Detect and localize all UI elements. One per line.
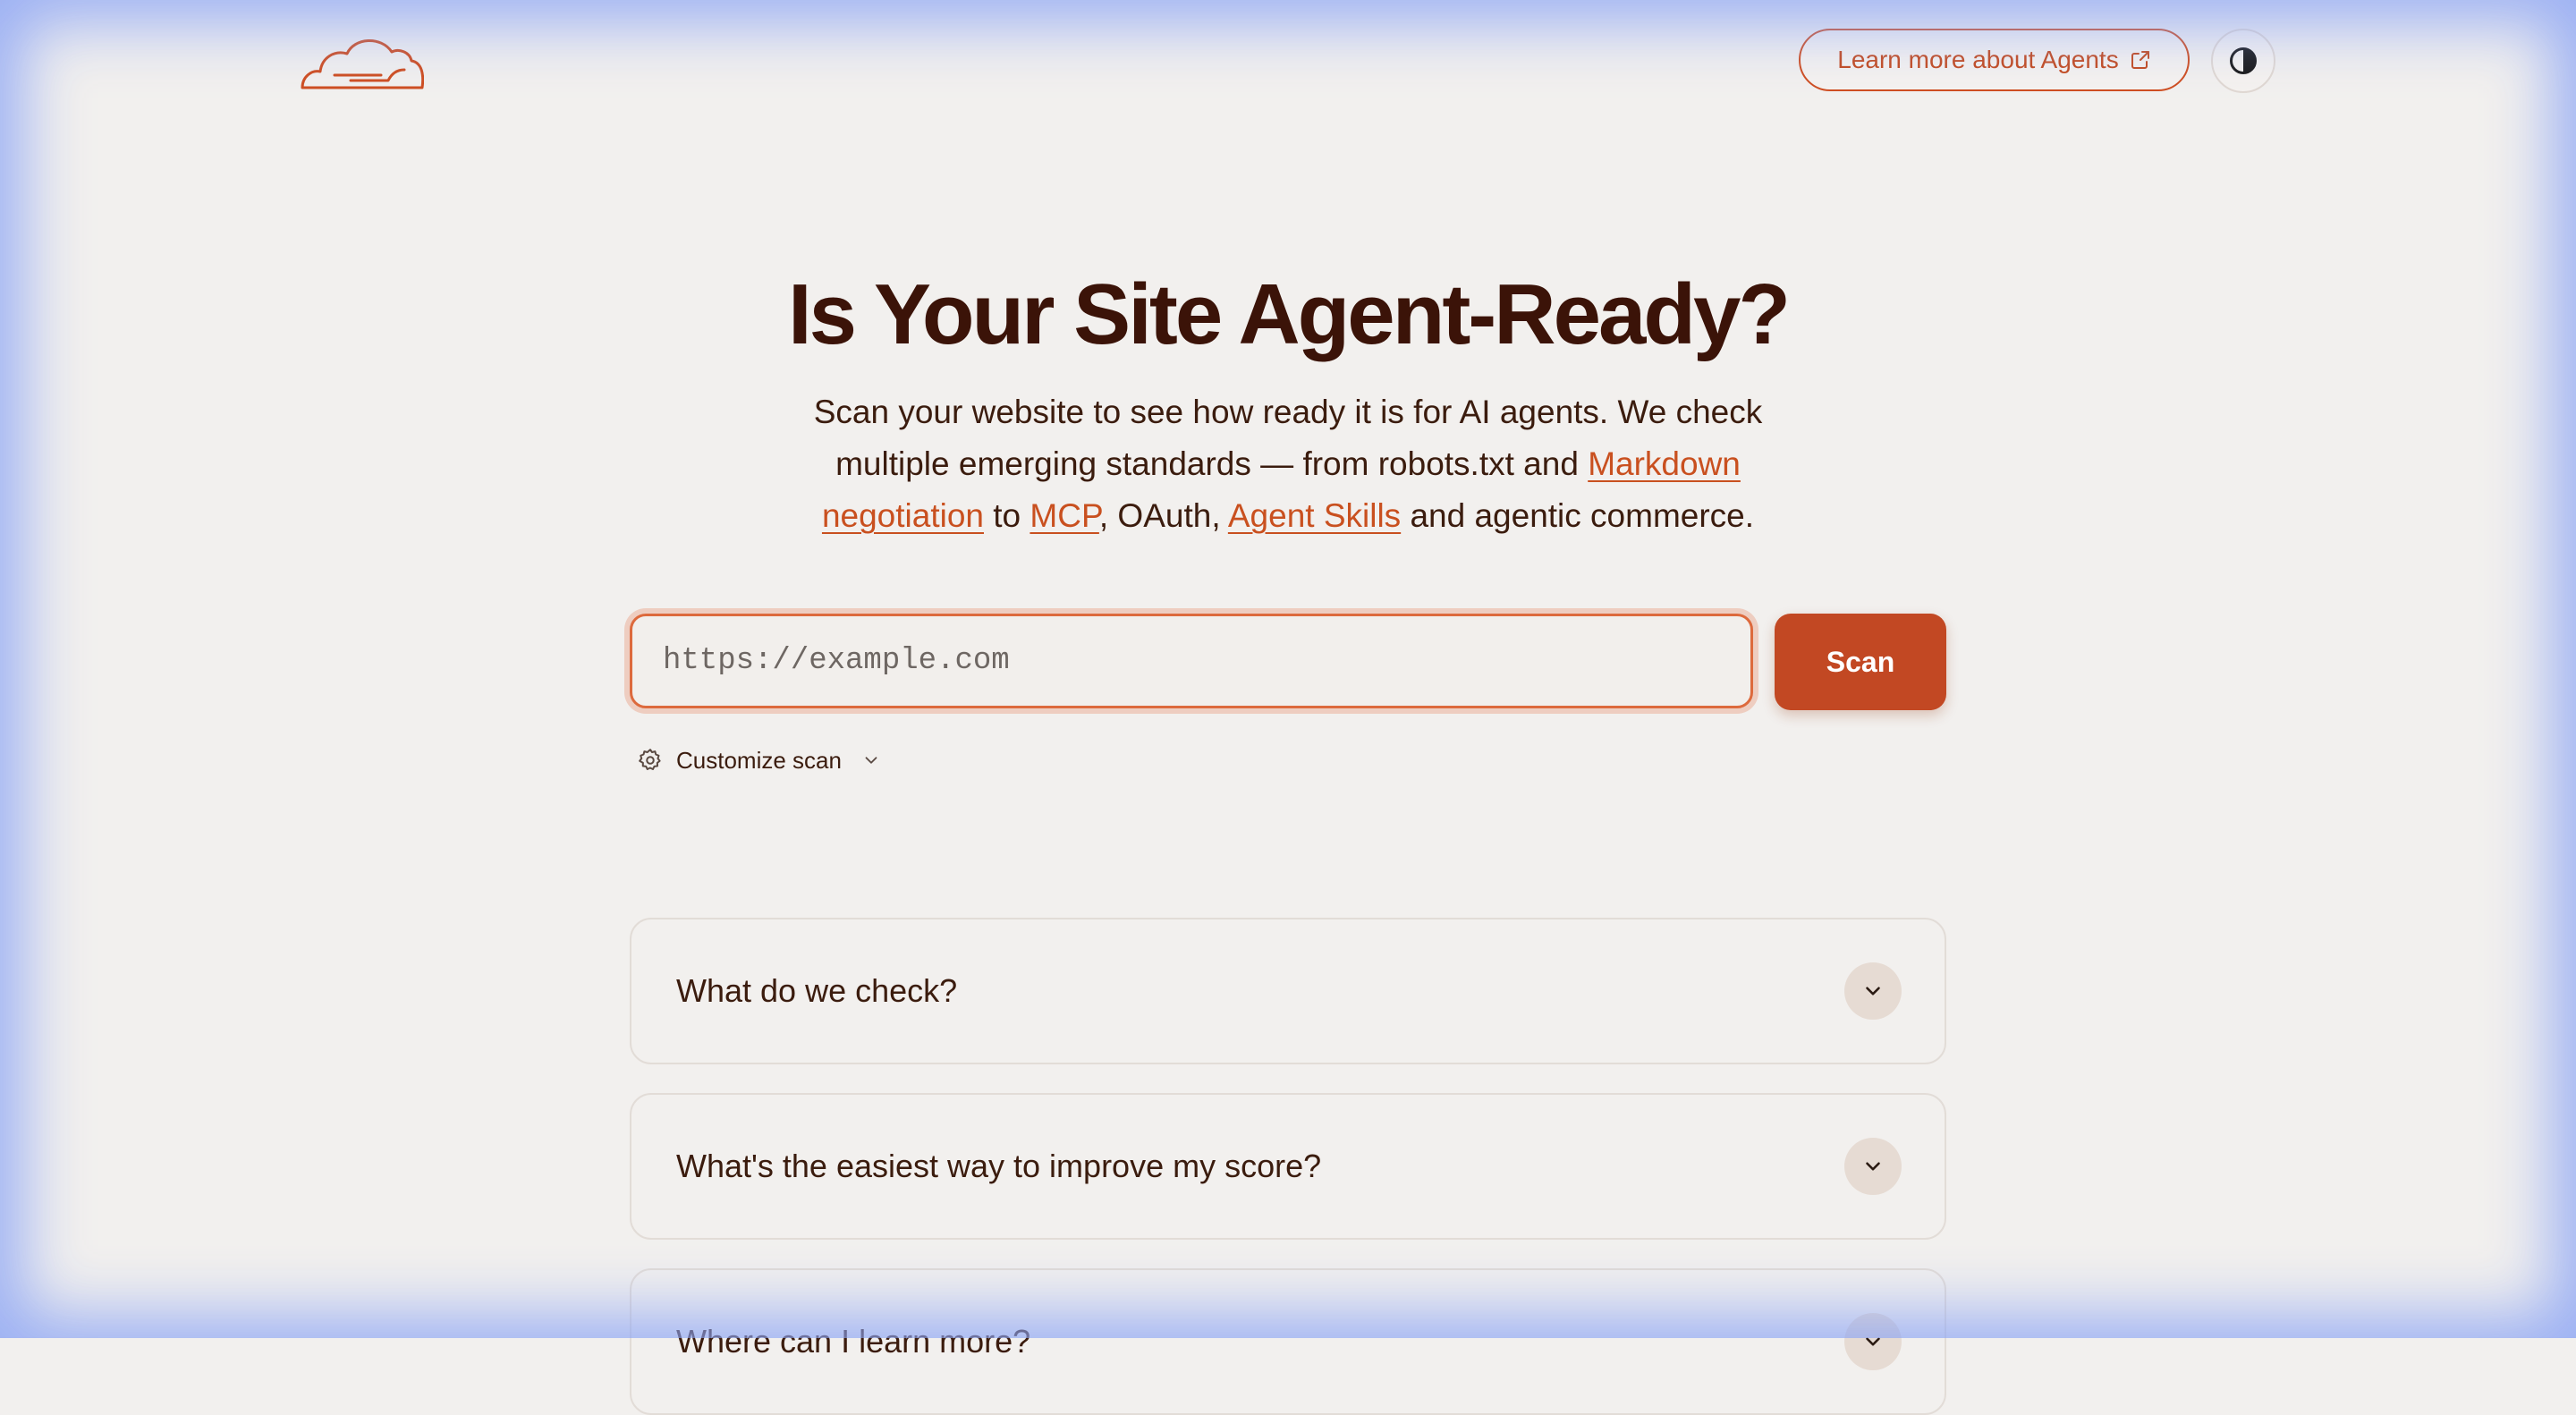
cloudflare-logo-icon[interactable] xyxy=(299,30,425,93)
faq-expand-button[interactable] xyxy=(1844,962,1902,1020)
faq-question: What's the easiest way to improve my sco… xyxy=(676,1148,1322,1184)
chevron-down-icon xyxy=(1866,1337,1880,1346)
page-subtitle: Scan your website to see how ready it is… xyxy=(805,386,1771,542)
faq-item-improve-score[interactable]: What's the easiest way to improve my sco… xyxy=(630,1093,1946,1240)
contrast-icon xyxy=(2230,47,2257,74)
scan-button[interactable]: Scan xyxy=(1775,614,1946,710)
faq-item-learn-more[interactable]: Where can I learn more? xyxy=(630,1268,1946,1415)
learn-more-label: Learn more about Agents xyxy=(1837,46,2119,73)
gear-icon xyxy=(639,749,661,770)
agent-skills-link[interactable]: Agent Skills xyxy=(1228,497,1401,534)
customize-scan-label: Customize scan xyxy=(676,746,842,774)
external-link-icon xyxy=(2131,51,2149,69)
chevron-down-icon xyxy=(1866,987,1880,996)
page-title: Is Your Site Agent-Ready? xyxy=(787,267,1791,362)
faq-question: Where can I learn more? xyxy=(676,1323,1031,1360)
faq-expand-button[interactable] xyxy=(1844,1313,1902,1370)
faq-expand-button[interactable] xyxy=(1844,1138,1902,1195)
chevron-down-icon xyxy=(865,757,877,764)
faq-question: What do we check? xyxy=(676,972,958,1009)
customize-scan-toggle[interactable]: Customize scan xyxy=(637,741,881,780)
subtitle-text-3: , OAuth, xyxy=(1098,497,1228,534)
subtitle-text-2: to xyxy=(984,497,1030,534)
faq-item-what-we-check[interactable]: What do we check? xyxy=(630,918,1946,1064)
url-input[interactable] xyxy=(630,614,1753,708)
learn-more-agents-button[interactable]: Learn more about Agents xyxy=(1799,29,2190,91)
chevron-down-icon xyxy=(1866,1162,1880,1171)
subtitle-text-4: and agentic commerce. xyxy=(1401,497,1755,534)
top-header: Learn more about Agents xyxy=(0,0,2576,125)
theme-toggle-button[interactable] xyxy=(2211,29,2275,93)
mcp-link[interactable]: MCP xyxy=(1030,497,1098,534)
